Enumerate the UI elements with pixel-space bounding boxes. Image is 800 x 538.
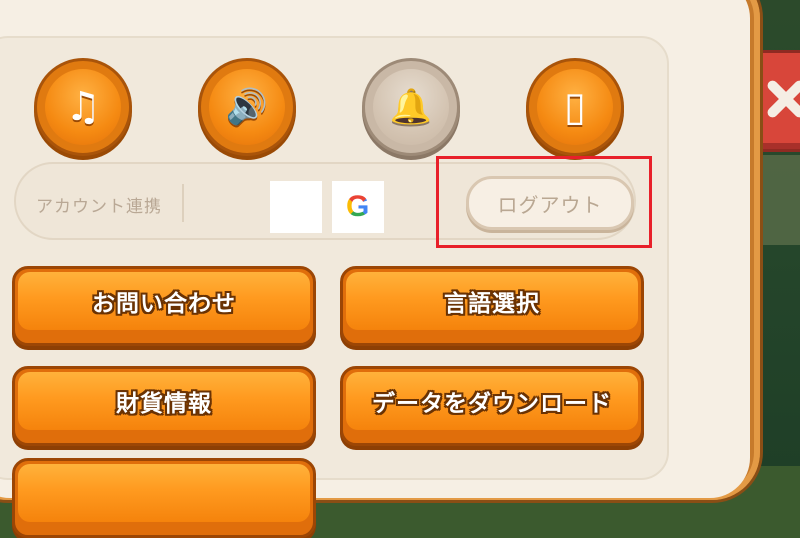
notification-toggle-button[interactable]: 🔔 xyxy=(362,58,460,156)
google-link-button[interactable]: G xyxy=(332,181,384,233)
apple-link-button[interactable] xyxy=(270,181,322,233)
google-icon: G xyxy=(346,190,370,223)
language-select-label: 言語選択 xyxy=(444,291,540,317)
currency-info-button[interactable]: 財貨情報 xyxy=(12,366,316,446)
vibration-toggle-button[interactable]: ▯ xyxy=(526,58,624,156)
highlight-box xyxy=(436,156,652,248)
close-icon xyxy=(765,77,800,117)
download-data-button[interactable]: データをダウンロード xyxy=(340,366,644,446)
language-select-button[interactable]: 言語選択 xyxy=(340,266,644,346)
music-toggle-button[interactable]: ♫ xyxy=(34,58,132,156)
download-data-label: データをダウンロード xyxy=(372,391,612,417)
sound-toggle-button[interactable]: 🔊 xyxy=(198,58,296,156)
account-link-label: アカウント連携 xyxy=(36,197,162,217)
speaker-icon: 🔊 xyxy=(225,87,269,127)
bell-icon: 🔔 xyxy=(389,87,433,127)
music-note-icon: ♫ xyxy=(65,84,101,130)
menu-button-partial[interactable] xyxy=(12,458,316,538)
vibrate-icon: ▯ xyxy=(563,84,586,130)
divider xyxy=(182,184,184,222)
contact-button[interactable]: お問い合わせ xyxy=(12,266,316,346)
currency-info-label: 財貨情報 xyxy=(116,391,212,417)
contact-button-label: お問い合わせ xyxy=(92,291,236,317)
